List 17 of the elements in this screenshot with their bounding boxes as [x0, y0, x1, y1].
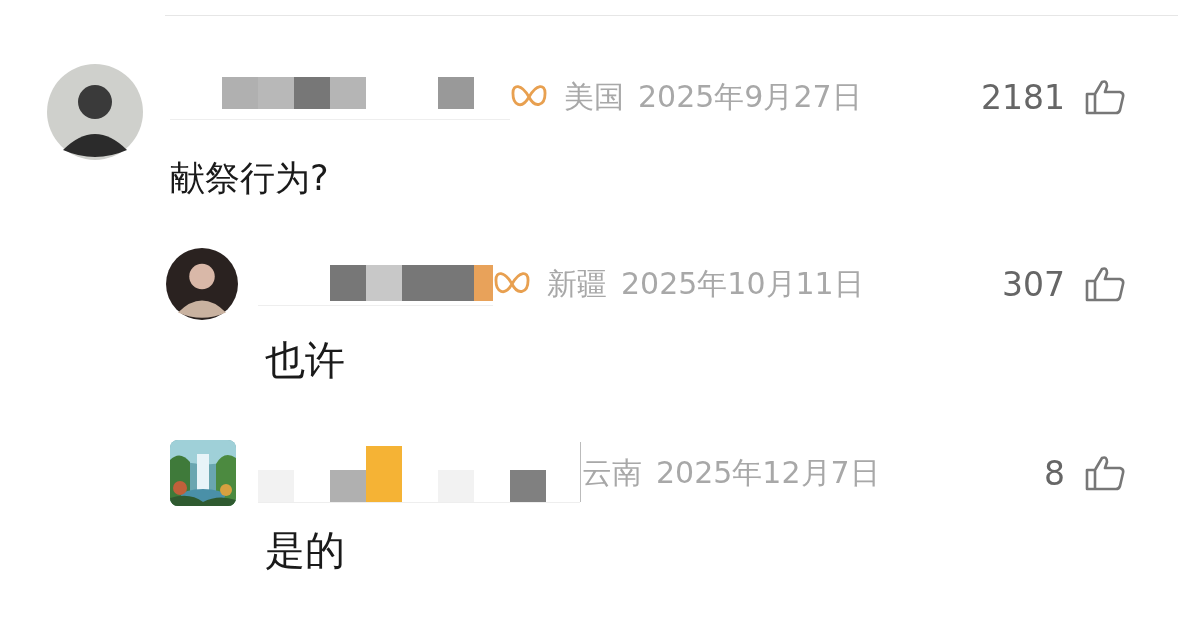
thumbs-up-icon[interactable] [1085, 266, 1125, 302]
date-text: 2025年9月27日 [638, 77, 862, 116]
location-text: 美国 [564, 77, 624, 116]
thumbs-up-icon[interactable] [1085, 79, 1125, 115]
date-text: 2025年12月7日 [656, 453, 880, 492]
like-count: 8 [1044, 453, 1065, 493]
location-text: 云南 [582, 453, 642, 492]
date-text: 2025年10月11日 [621, 264, 864, 303]
like-count: 307 [1002, 264, 1065, 304]
comment-text: 也许 [265, 338, 346, 382]
avatar[interactable] [47, 64, 143, 160]
thumbs-up-icon[interactable] [1085, 455, 1125, 491]
location-text: 新疆 [547, 264, 607, 303]
avatar[interactable] [166, 248, 238, 320]
comment-text: 献祭行为? [170, 158, 330, 198]
comment-text: 是的 [265, 528, 346, 572]
like-count: 2181 [981, 77, 1065, 117]
